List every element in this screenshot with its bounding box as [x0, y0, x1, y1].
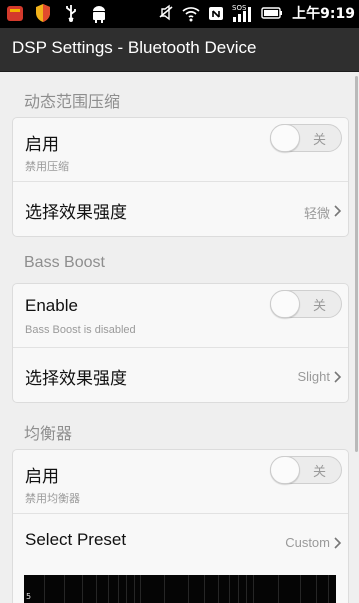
eq-gridline [253, 575, 254, 603]
eq-gridline [246, 575, 247, 603]
drc-strength-row[interactable]: 选择效果强度 轻微 [13, 182, 348, 238]
eq-gridline [44, 575, 45, 603]
settings-list: 动态范围压缩 启用 禁用压缩 关 选择效果强度 轻微 Bass Boost En… [0, 0, 355, 603]
section-header-bass: Bass Boost [24, 254, 105, 271]
eq-scale-label: 5 [26, 592, 32, 601]
toggle-knob [270, 290, 300, 318]
bass-strength-value: Slight [297, 369, 330, 384]
eq-gridline [82, 575, 83, 603]
eq-gridline [164, 575, 165, 603]
toggle-label: 关 [313, 133, 327, 148]
toggle-knob [270, 456, 300, 484]
drc-strength-value: 轻微 [303, 206, 330, 221]
scrollbar[interactable] [355, 76, 358, 452]
eq-gridline [229, 575, 230, 603]
toggle-knob [270, 124, 300, 152]
eq-gridline [140, 575, 141, 603]
drc-enable-row[interactable]: 启用 禁用压缩 关 [13, 118, 348, 181]
section-header-drc: 动态范围压缩 [24, 94, 121, 111]
chevron-right-icon [334, 371, 342, 383]
eq-enable-row[interactable]: 启用 禁用均衡器 关 [13, 450, 348, 513]
drc-toggle[interactable]: 关 [270, 124, 342, 152]
eq-preset-value: Custom [285, 535, 330, 550]
eq-enable-subtitle: 禁用均衡器 [25, 493, 80, 505]
chevron-right-icon [334, 205, 342, 217]
eq-gridline [328, 575, 329, 603]
eq-gridline [108, 575, 109, 603]
bass-enable-title: Enable [25, 296, 78, 315]
eq-gridline [96, 575, 97, 603]
eq-gridline [64, 575, 65, 603]
bass-toggle[interactable]: 关 [270, 290, 342, 318]
bass-strength-title: 选择效果强度 [25, 369, 127, 388]
drc-enable-title: 启用 [25, 135, 59, 154]
card-bass: Enable Bass Boost is disabled 关 选择效果强度 S… [12, 283, 349, 403]
eq-gridline [126, 575, 127, 603]
eq-gridline [134, 575, 135, 603]
section-header-eq: 均衡器 [24, 426, 73, 443]
eq-gridline [118, 575, 119, 603]
bass-enable-row[interactable]: Enable Bass Boost is disabled 关 [13, 284, 348, 347]
eq-gridline [218, 575, 219, 603]
eq-preset-row[interactable]: Select Preset Custom [13, 514, 348, 570]
drc-enable-subtitle: 禁用压缩 [25, 161, 69, 173]
drc-strength-title: 选择效果强度 [25, 203, 127, 222]
eq-gridline [278, 575, 279, 603]
eq-toggle[interactable]: 关 [270, 456, 342, 484]
eq-gridline [300, 575, 301, 603]
equalizer-graph[interactable]: 5 [24, 575, 336, 603]
bass-strength-row[interactable]: 选择效果强度 Slight [13, 348, 348, 404]
eq-enable-title: 启用 [25, 467, 59, 486]
eq-gridline [188, 575, 189, 603]
toggle-label: 关 [313, 299, 327, 314]
chevron-right-icon [334, 537, 342, 549]
bass-enable-subtitle: Bass Boost is disabled [25, 324, 136, 336]
toggle-label: 关 [313, 465, 327, 480]
eq-preset-title: Select Preset [25, 530, 127, 549]
eq-gridline [238, 575, 239, 603]
eq-gridline [316, 575, 317, 603]
eq-gridline [204, 575, 205, 603]
card-drc: 启用 禁用压缩 关 选择效果强度 轻微 [12, 117, 349, 237]
